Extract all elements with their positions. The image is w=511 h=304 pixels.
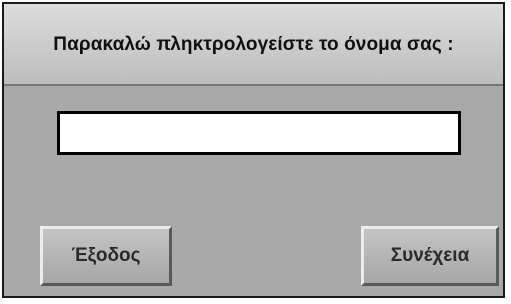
name-prompt-label: Παρακαλώ πληκτρολογείστε το όνομα σας : [53, 34, 454, 55]
name-input[interactable] [57, 111, 461, 155]
exit-button[interactable]: Έξοδος [40, 226, 172, 286]
continue-button[interactable]: Συνέχεια [361, 226, 499, 286]
dialog-header: Παρακαλώ πληκτρολογείστε το όνομα σας : [4, 4, 503, 86]
name-entry-dialog: Παρακαλώ πληκτρολογείστε το όνομα σας : … [2, 2, 505, 298]
